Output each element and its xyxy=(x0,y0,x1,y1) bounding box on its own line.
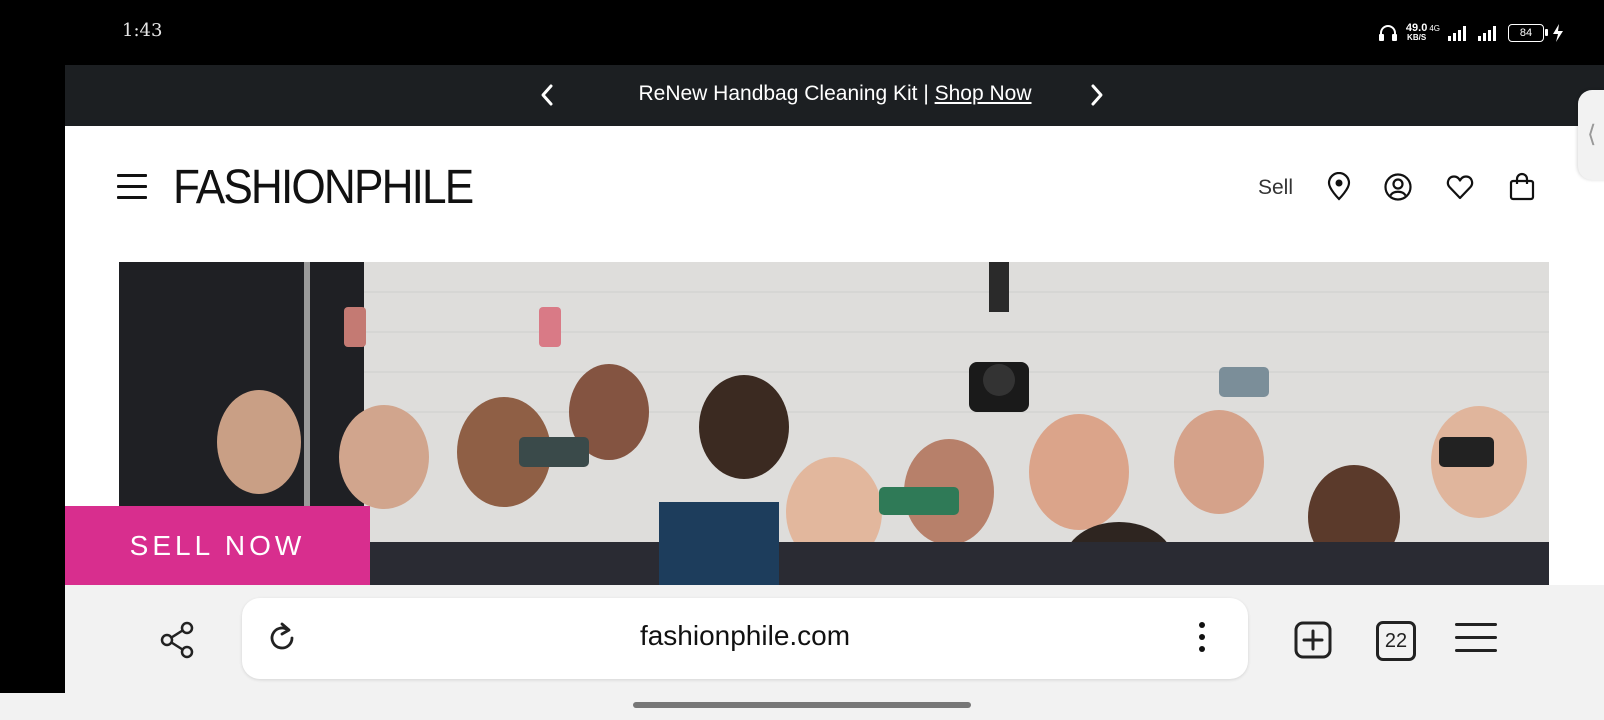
address-bar[interactable]: fashionphile.com xyxy=(242,598,1248,679)
heart-icon[interactable] xyxy=(1445,172,1475,202)
promo-banner: ReNew Handbag Cleaning Kit | Shop Now xyxy=(65,65,1604,126)
status-time: 1:43 xyxy=(122,20,163,41)
more-options-button[interactable] xyxy=(1192,618,1212,658)
signal-strength-icon-2 xyxy=(1478,26,1496,41)
menu-line xyxy=(117,196,147,199)
web-page: ReNew Handbag Cleaning Kit | Shop Now FA… xyxy=(65,65,1604,585)
shopping-bag-icon[interactable] xyxy=(1507,172,1537,202)
dot xyxy=(1199,622,1205,628)
sell-now-button[interactable]: SELL NOW xyxy=(65,506,370,585)
network-speed-value: 49.0 xyxy=(1405,22,1428,34)
share-icon[interactable] xyxy=(158,620,198,660)
promo-text: ReNew Handbag Cleaning Kit | xyxy=(638,82,935,105)
promo-shop-now-link[interactable]: Shop Now xyxy=(935,82,1032,105)
menu-line xyxy=(117,174,147,177)
gesture-area xyxy=(0,693,1604,720)
account-icon[interactable] xyxy=(1383,172,1413,202)
battery-icon: 84 xyxy=(1508,24,1548,42)
url-text[interactable]: fashionphile.com xyxy=(242,620,1248,652)
menu-line xyxy=(1455,649,1497,652)
status-bar: 1:43 49.0 KB/S 4G 84 xyxy=(0,0,1604,65)
home-gesture-bar[interactable] xyxy=(633,702,971,708)
status-icons: 49.0 KB/S 4G 84 xyxy=(1378,20,1564,46)
site-logo[interactable]: FASHIONPHILE xyxy=(173,160,474,215)
network-type: 4G xyxy=(1429,23,1440,33)
charging-icon xyxy=(1553,24,1563,42)
network-speed-unit: KB/S xyxy=(1407,33,1427,42)
site-header: FASHIONPHILE Sell xyxy=(65,126,1604,258)
site-menu-button[interactable] xyxy=(117,174,147,202)
chevron-left-icon: ⟨ xyxy=(1587,121,1597,148)
left-edge xyxy=(0,65,65,693)
browser-toolbar: fashionphile.com 22 xyxy=(65,585,1604,693)
promo-next-chevron-icon[interactable] xyxy=(1081,80,1111,110)
dot xyxy=(1199,646,1205,652)
menu-line xyxy=(1455,636,1497,639)
headphones-icon xyxy=(1378,25,1397,41)
browser-menu-button[interactable] xyxy=(1455,623,1497,655)
signal-strength-icon xyxy=(1448,26,1466,41)
tab-count-button[interactable]: 22 xyxy=(1376,621,1416,661)
menu-line xyxy=(1455,623,1497,626)
menu-line xyxy=(117,185,147,188)
network-speed: 49.0 KB/S xyxy=(1406,23,1427,43)
location-pin-icon[interactable] xyxy=(1324,172,1354,202)
new-tab-icon[interactable] xyxy=(1293,620,1333,660)
dot xyxy=(1199,634,1205,640)
promo-message: ReNew Handbag Cleaning Kit | Shop Now xyxy=(65,82,1604,106)
battery-level: 84 xyxy=(1519,27,1533,39)
sell-link[interactable]: Sell xyxy=(1258,176,1293,200)
side-panel-handle[interactable]: ⟨ xyxy=(1578,90,1604,180)
